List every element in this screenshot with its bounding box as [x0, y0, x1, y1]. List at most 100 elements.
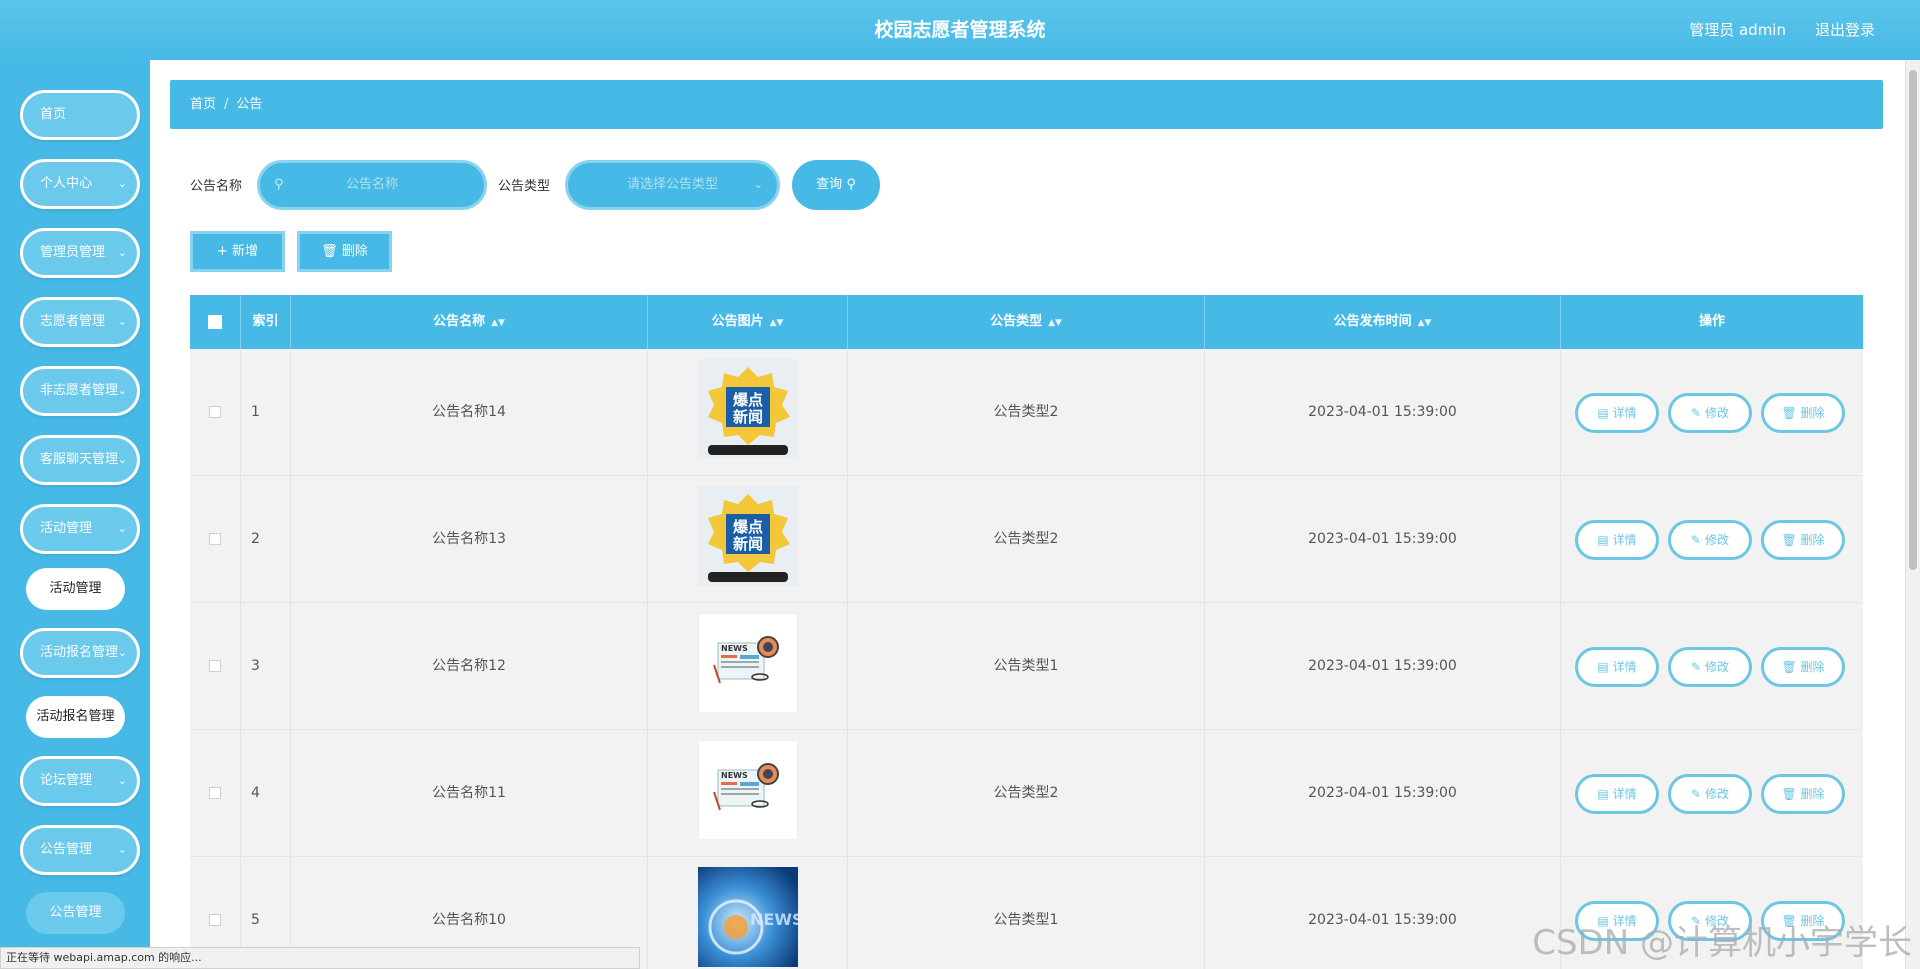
sidebar-item-label: 活动管理	[40, 521, 93, 536]
edit-label: 修改	[1704, 660, 1729, 674]
col-type[interactable]: 公告类型 ▲▼	[848, 295, 1205, 349]
delete-label: 删除	[1800, 787, 1825, 801]
news-globe-image[interactable]: NEWS	[698, 867, 798, 967]
detail-button[interactable]: ▤ 详情	[1575, 393, 1659, 433]
batch-delete-button[interactable]: 🗑 删除	[297, 231, 392, 272]
pencil-icon: ✎	[1691, 406, 1702, 420]
pencil-icon: ✎	[1691, 660, 1702, 674]
edit-button[interactable]: ✎ 修改	[1668, 647, 1752, 687]
detail-button[interactable]: ▤ 详情	[1575, 774, 1659, 814]
sidebar-item-volunteer-management[interactable]: 志愿者管理 ⌄	[20, 297, 140, 347]
col-name[interactable]: 公告名称 ▲▼	[291, 295, 648, 349]
type-select[interactable]: 请选择公告类型 ⌄	[565, 160, 780, 210]
select-all-cell	[190, 295, 241, 349]
trash-icon: 🗑	[1781, 787, 1797, 801]
detail-label: 详情	[1612, 406, 1637, 420]
col-name-label: 公告名称	[433, 314, 486, 329]
svg-text:新闻: 新闻	[733, 408, 763, 426]
col-image[interactable]: 公告图片 ▲▼	[648, 295, 848, 349]
detail-button[interactable]: ▤ 详情	[1575, 647, 1659, 687]
row-checkbox[interactable]	[209, 406, 221, 418]
sidebar-item-personal-center[interactable]: 个人中心 ⌄	[20, 159, 140, 209]
logout-button[interactable]: 退出登录	[1815, 0, 1875, 60]
type-cell: 公告类型2	[848, 349, 1205, 476]
image-cell: NEWS	[648, 603, 848, 730]
browser-status-bar: 正在等待 webapi.amap.com 的响应...	[0, 947, 640, 969]
sidebar-item-admin-management[interactable]: 管理员管理 ⌄	[20, 228, 140, 278]
actions-cell: ▤ 详情 ✎ 修改 🗑 删除	[1561, 730, 1863, 857]
col-time-label: 公告发布时间	[1333, 314, 1412, 329]
sidebar-item-notice-management[interactable]: 公告管理 ⌄	[20, 825, 140, 875]
row-checkbox[interactable]	[209, 914, 221, 926]
actions-cell: ▤ 详情 ✎ 修改 🗑 删除	[1561, 476, 1863, 603]
sidebar-subitem-activity-management[interactable]: 活动管理	[26, 568, 125, 610]
breaking-news-image[interactable]: 爆点 新闻	[698, 359, 798, 459]
sidebar-item-label: 活动报名管理	[40, 645, 119, 660]
breaking-news-image[interactable]: 爆点 新闻	[698, 486, 798, 586]
watermark: CSDN @计算机小宇学长	[1532, 923, 1912, 963]
sort-icon[interactable]: ▲▼	[770, 318, 784, 328]
svg-text:爆点: 爆点	[733, 391, 763, 409]
sidebar-item-label: 客服聊天管理	[40, 452, 119, 467]
row-select-cell	[190, 730, 241, 857]
time-cell: 2023-04-01 15:39:00	[1205, 857, 1561, 969]
delete-button[interactable]: 🗑 删除	[1761, 647, 1845, 687]
select-all-checkbox[interactable]	[208, 314, 222, 329]
type-cell: 公告类型1	[848, 857, 1205, 969]
actions-cell: ▤ 详情 ✎ 修改 🗑 删除	[1561, 603, 1863, 730]
delete-button[interactable]: 🗑 删除	[1761, 520, 1845, 560]
row-checkbox[interactable]	[209, 787, 221, 799]
trash-icon: 🗑	[1781, 406, 1797, 420]
delete-button[interactable]: 🗑 删除	[1761, 774, 1845, 814]
sidebar-item-non-volunteer-management[interactable]: 非志愿者管理 ⌄	[20, 366, 140, 416]
sidebar: 首页 个人中心 ⌄ 管理员管理 ⌄ 志愿者管理 ⌄ 非志愿者管理 ⌄ 客服聊天管理 ⌄ 活…	[0, 60, 150, 969]
col-time[interactable]: 公告发布时间 ▲▼	[1205, 295, 1561, 349]
sidebar-subitem-notice-management[interactable]: 公告管理	[26, 892, 125, 934]
svg-text:NEWS: NEWS	[750, 910, 798, 929]
document-icon: ▤	[1597, 660, 1609, 674]
edit-button[interactable]: ✎ 修改	[1668, 393, 1752, 433]
svg-text:NEWS: NEWS	[721, 771, 748, 780]
sidebar-item-forum-management[interactable]: 论坛管理 ⌄	[20, 756, 140, 806]
name-cell: 公告名称12	[291, 603, 648, 730]
chevron-down-icon: ⌄	[117, 246, 127, 259]
sort-icon[interactable]: ▲▼	[1418, 318, 1432, 328]
col-index: 索引	[241, 295, 291, 349]
edit-button[interactable]: ✎ 修改	[1668, 774, 1752, 814]
col-type-label: 公告类型	[990, 314, 1043, 329]
sidebar-item-activity-signup-management[interactable]: 活动报名管理 ⌄	[20, 628, 140, 678]
pencil-icon: ✎	[1691, 533, 1702, 547]
sidebar-item-home[interactable]: 首页	[20, 90, 140, 140]
edit-button[interactable]: ✎ 修改	[1668, 520, 1752, 560]
document-icon: ▤	[1597, 787, 1609, 801]
query-button[interactable]: 查询 ⚲	[792, 160, 880, 210]
detail-button[interactable]: ▤ 详情	[1575, 520, 1659, 560]
image-cell: 爆点 新闻	[648, 476, 848, 603]
breadcrumb-home[interactable]: 首页	[190, 97, 216, 112]
row-checkbox[interactable]	[209, 660, 221, 672]
sidebar-item-activity-management[interactable]: 活动管理 ⌄	[20, 504, 140, 554]
name-search-input[interactable]: ⚲ 公告名称	[257, 160, 487, 210]
time-cell: 2023-04-01 15:39:00	[1205, 349, 1561, 476]
delete-button[interactable]: 🗑 删除	[1761, 393, 1845, 433]
pencil-icon: ✎	[1691, 787, 1702, 801]
image-cell: 爆点 新闻	[648, 349, 848, 476]
page-scrollbar[interactable]	[1905, 60, 1920, 969]
sort-icon[interactable]: ▲▼	[1048, 318, 1062, 328]
row-select-cell	[190, 603, 241, 730]
row-checkbox[interactable]	[209, 533, 221, 545]
sort-icon[interactable]: ▲▼	[491, 318, 505, 328]
newspaper-image[interactable]: NEWS	[698, 613, 798, 713]
table-row: 2 公告名称13 爆点 新闻 公告类型2 2023-04-01 15:39:00…	[190, 476, 1863, 603]
scrollbar-thumb[interactable]	[1909, 70, 1917, 570]
edit-label: 修改	[1704, 787, 1729, 801]
add-button[interactable]: + 新增	[190, 231, 285, 272]
table-row: 1 公告名称14 爆点 新闻 公告类型2 2023-04-01 15:39:00…	[190, 349, 1863, 476]
image-cell: NEWS	[648, 857, 848, 969]
newspaper-image[interactable]: NEWS	[698, 740, 798, 840]
name-cell: 公告名称11	[291, 730, 648, 857]
sidebar-item-chat-management[interactable]: 客服聊天管理 ⌄	[20, 435, 140, 485]
sidebar-subitem-activity-signup-management[interactable]: 活动报名管理	[26, 696, 125, 738]
edit-label: 修改	[1704, 533, 1729, 547]
breadcrumb-current: 公告	[236, 97, 263, 112]
